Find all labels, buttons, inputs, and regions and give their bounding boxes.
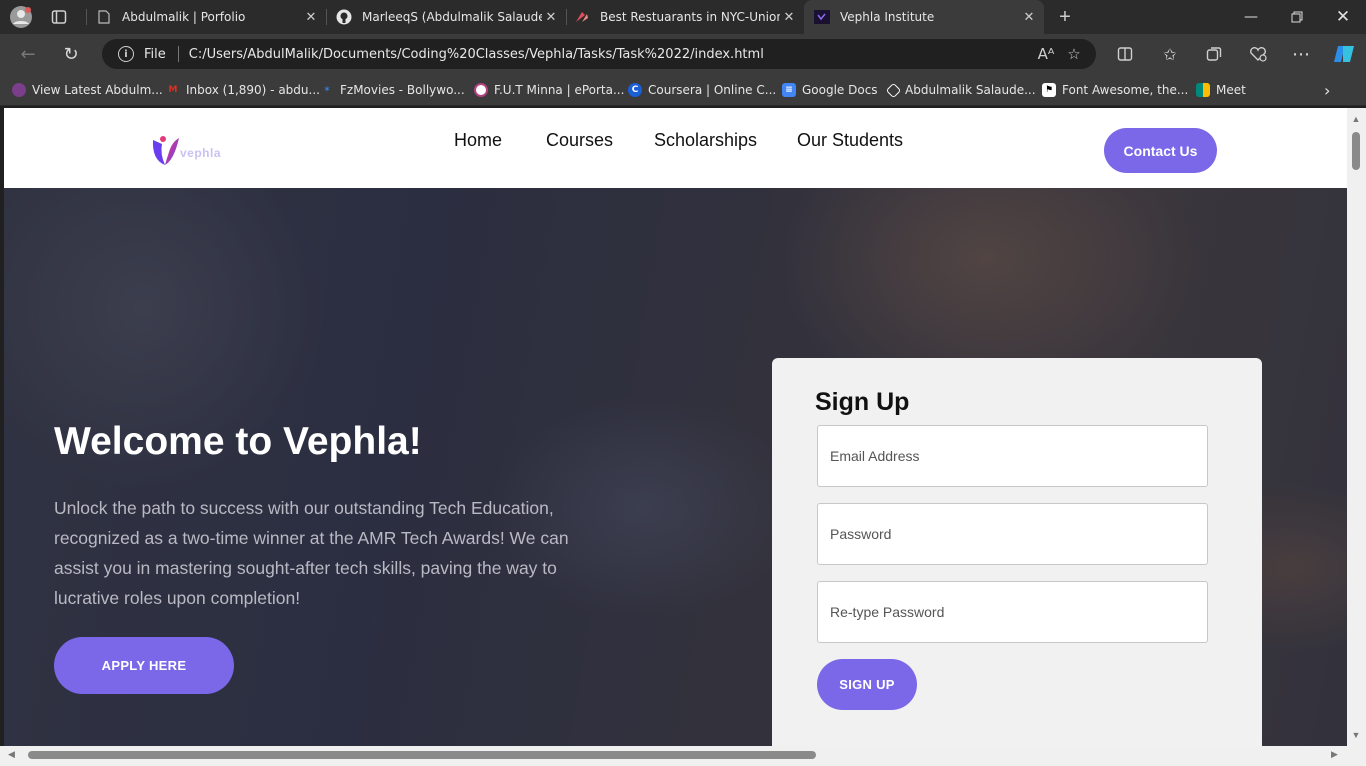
bookmark-label: Google Docs — [802, 83, 878, 97]
address-divider — [177, 46, 179, 62]
bookmark-label: Inbox (1,890) - abdu... — [186, 83, 320, 97]
signup-card: Sign Up SIGN UP — [772, 358, 1262, 746]
retype-password-field[interactable] — [817, 581, 1208, 643]
password-field[interactable] — [817, 503, 1208, 565]
bookmark-item[interactable]: ⚑ Font Awesome, the... — [1042, 81, 1188, 99]
restaurant-icon — [574, 9, 590, 25]
url-text[interactable]: C:/Users/AbdulMalik/Documents/Coding%20C… — [189, 47, 1032, 62]
bookmark-label: Meet — [1216, 83, 1246, 97]
read-aloud-icon[interactable]: Aᴬ — [1032, 45, 1060, 63]
tab-vephla[interactable]: Vephla Institute ✕ — [804, 0, 1044, 34]
codepen-icon — [885, 82, 902, 98]
close-tab-icon[interactable]: ✕ — [542, 10, 560, 25]
bookmark-item[interactable]: Meet — [1196, 81, 1246, 99]
signup-title: Sign Up — [815, 388, 910, 416]
favorites-icon[interactable]: ✩ — [1155, 40, 1185, 68]
tab-actions-icon[interactable] — [46, 5, 72, 29]
more-bookmarks-icon[interactable]: › — [1324, 81, 1330, 100]
bookmark-label: FzMovies - Bollywo... — [340, 83, 465, 97]
fz-icon: ✶ — [323, 85, 331, 95]
close-window-icon[interactable]: ✕ — [1320, 0, 1366, 34]
tab-title: Vephla Institute — [840, 10, 935, 24]
info-icon[interactable]: i — [118, 46, 134, 62]
browser-tab-bar: Abdulmalik | Porfolio ✕ MarleeqS (Abdulm… — [0, 0, 1366, 34]
back-icon[interactable]: ← — [13, 40, 43, 68]
email-field[interactable] — [817, 425, 1208, 487]
split-screen-icon[interactable] — [1110, 40, 1140, 68]
apply-here-button[interactable]: APPLY HERE — [54, 637, 234, 694]
bookmark-item[interactable]: C Coursera | Online C... — [628, 81, 776, 99]
scroll-right-icon[interactable]: ▶ — [1331, 749, 1338, 760]
bookmark-item[interactable]: F.U.T Minna | ePorta... — [474, 81, 624, 99]
vephla-icon — [814, 9, 830, 25]
minimize-icon[interactable]: — — [1228, 0, 1274, 34]
bookmark-item[interactable]: ≡ Google Docs — [782, 81, 878, 99]
bookmark-label: Font Awesome, the... — [1062, 83, 1189, 97]
page-viewport: vephla Home Courses Scholarships Our Stu… — [4, 108, 1347, 746]
bookmark-label: Coursera | Online C... — [648, 83, 777, 97]
tab-portfolio[interactable]: Abdulmalik | Porfolio ✕ — [86, 0, 326, 34]
hero-description: Unlock the path to success with our outs… — [54, 498, 569, 608]
tab-title: Best Restuarants in NYC-Union Sq — [600, 10, 780, 24]
profile-avatar-icon[interactable] — [8, 5, 34, 29]
scroll-up-icon[interactable]: ▲ — [1351, 114, 1361, 124]
fruit-icon — [12, 83, 26, 97]
sign-up-button[interactable]: SIGN UP — [817, 659, 917, 710]
logo-wordmark: vephla — [180, 146, 222, 160]
bookmark-item[interactable]: View Latest Abdulm... — [12, 81, 163, 99]
meet-icon — [1196, 83, 1210, 97]
new-tab-icon[interactable]: + — [1052, 5, 1078, 29]
bookmark-item[interactable]: Abdulmalik Salaude... — [885, 81, 1036, 99]
vertical-scroll-thumb[interactable] — [1352, 132, 1360, 170]
browser-essentials-icon[interactable] — [1243, 40, 1273, 68]
browser-toolbar: ← ↻ i File C:/Users/AbdulMalik/Documents… — [0, 34, 1366, 74]
site-header: vephla Home Courses Scholarships Our Stu… — [4, 108, 1347, 188]
gmail-icon: M — [168, 85, 178, 95]
github-icon — [336, 9, 352, 25]
nav-courses[interactable]: Courses — [546, 130, 613, 151]
contact-us-button[interactable]: Contact Us — [1104, 128, 1217, 173]
bookmark-item[interactable]: ✶ FzMovies - Bollywo... — [320, 81, 465, 99]
bookmarks-bar: View Latest Abdulm... M Inbox (1,890) - … — [0, 74, 1366, 106]
horizontal-scroll-thumb[interactable] — [28, 751, 816, 759]
docs-icon: ≡ — [782, 83, 796, 97]
nav-scholarships[interactable]: Scholarships — [654, 130, 757, 151]
vephla-logo[interactable]: vephla — [150, 132, 230, 172]
favorite-star-icon[interactable]: ☆ — [1060, 45, 1088, 63]
tab-restaurants[interactable]: Best Restuarants in NYC-Union Sq ✕ — [564, 0, 804, 34]
horizontal-scrollbar[interactable]: ◀ ▶ — [0, 746, 1366, 766]
refresh-icon[interactable]: ↻ — [56, 40, 86, 68]
close-tab-icon[interactable]: ✕ — [780, 10, 798, 25]
vephla-logo-mark-icon — [152, 136, 179, 165]
address-bar[interactable]: i File C:/Users/AbdulMalik/Documents/Cod… — [102, 39, 1096, 69]
flag-icon: ⚑ — [1042, 83, 1056, 97]
tab-title: Abdulmalik | Porfolio — [122, 10, 246, 24]
scroll-down-icon[interactable]: ▼ — [1351, 730, 1361, 740]
bookmark-item[interactable]: M Inbox (1,890) - abdu... — [166, 81, 320, 99]
copilot-icon[interactable] — [1329, 40, 1359, 68]
bookmark-label: View Latest Abdulm... — [32, 83, 163, 97]
scroll-left-icon[interactable]: ◀ — [8, 749, 15, 760]
nav-home[interactable]: Home — [454, 130, 502, 151]
close-tab-icon[interactable]: ✕ — [302, 10, 320, 25]
bookmark-label: Abdulmalik Salaude... — [905, 83, 1036, 97]
close-tab-icon[interactable]: ✕ — [1020, 10, 1038, 25]
more-options-icon[interactable]: ⋯ — [1286, 40, 1316, 68]
vertical-scrollbar[interactable]: ▲ ▼ — [1347, 108, 1366, 746]
tab-github[interactable]: MarleeqS (Abdulmalik Salaudeen ✕ — [326, 0, 566, 34]
scheme-label: File — [144, 46, 166, 62]
hero-title: Welcome to Vephla! — [54, 420, 422, 463]
page-icon — [96, 9, 112, 25]
hero-section: Welcome to Vephla! Unlock the path to su… — [4, 188, 1347, 746]
restore-icon[interactable] — [1274, 0, 1320, 34]
fut-icon — [474, 83, 488, 97]
tab-title: MarleeqS (Abdulmalik Salaudeen — [362, 10, 542, 24]
nav-our-students[interactable]: Our Students — [797, 130, 903, 151]
collections-icon[interactable] — [1199, 40, 1229, 68]
coursera-icon: C — [628, 83, 642, 97]
bookmark-label: F.U.T Minna | ePorta... — [494, 83, 625, 97]
